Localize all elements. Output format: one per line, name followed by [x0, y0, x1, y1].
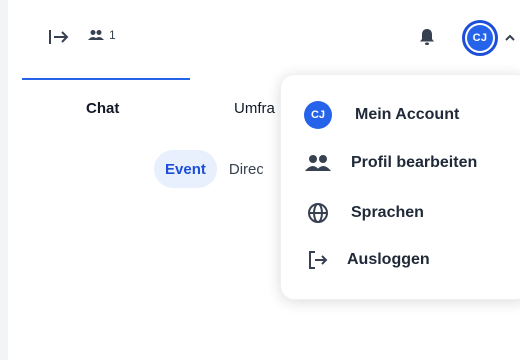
participants-count-label: 1 [109, 28, 116, 42]
menu-item-label: Sprachen [351, 204, 424, 221]
menu-item-label: Ausloggen [347, 251, 430, 268]
arrow-right-bar-icon [49, 30, 69, 44]
avatar-ring: CJ [462, 20, 498, 56]
menu-item-logout[interactable]: Ausloggen [281, 242, 520, 278]
menu-avatar: CJ [304, 101, 332, 129]
globe-icon [303, 198, 333, 228]
chat-subtabs: Event Direc [154, 150, 263, 188]
notifications-button[interactable] [416, 26, 438, 48]
avatar: CJ [467, 25, 493, 51]
tab-bar: Chat Umfra [22, 78, 322, 118]
logout-icon [303, 245, 333, 275]
menu-item-label: Mein Account [355, 106, 460, 123]
user-menu-toggle[interactable]: CJ [462, 20, 516, 56]
menu-item-label: Profil bearbeiten [351, 154, 478, 171]
left-panel-edge [0, 0, 8, 360]
top-bar: 1 CJ [22, 18, 520, 58]
people-icon [88, 30, 104, 40]
participants-count: 1 [88, 28, 116, 42]
bell-icon [420, 29, 434, 45]
chevron-up-icon [505, 34, 515, 41]
collapse-sidebar-button[interactable] [46, 26, 72, 48]
user-dropdown-menu: CJ Mein Account Profil bearbeiten Sprach… [280, 74, 520, 300]
avatar-icon: CJ [303, 100, 333, 130]
menu-item-edit-profile[interactable]: Profil bearbeiten [281, 145, 520, 181]
subtab-event[interactable]: Event [154, 150, 217, 188]
menu-item-my-account[interactable]: CJ Mein Account [281, 97, 520, 133]
tab-chat[interactable]: Chat [86, 100, 119, 117]
active-tab-indicator [22, 78, 190, 80]
menu-item-languages[interactable]: Sprachen [281, 195, 520, 231]
people-icon [303, 148, 333, 178]
subtab-direct[interactable]: Direc [217, 150, 263, 188]
